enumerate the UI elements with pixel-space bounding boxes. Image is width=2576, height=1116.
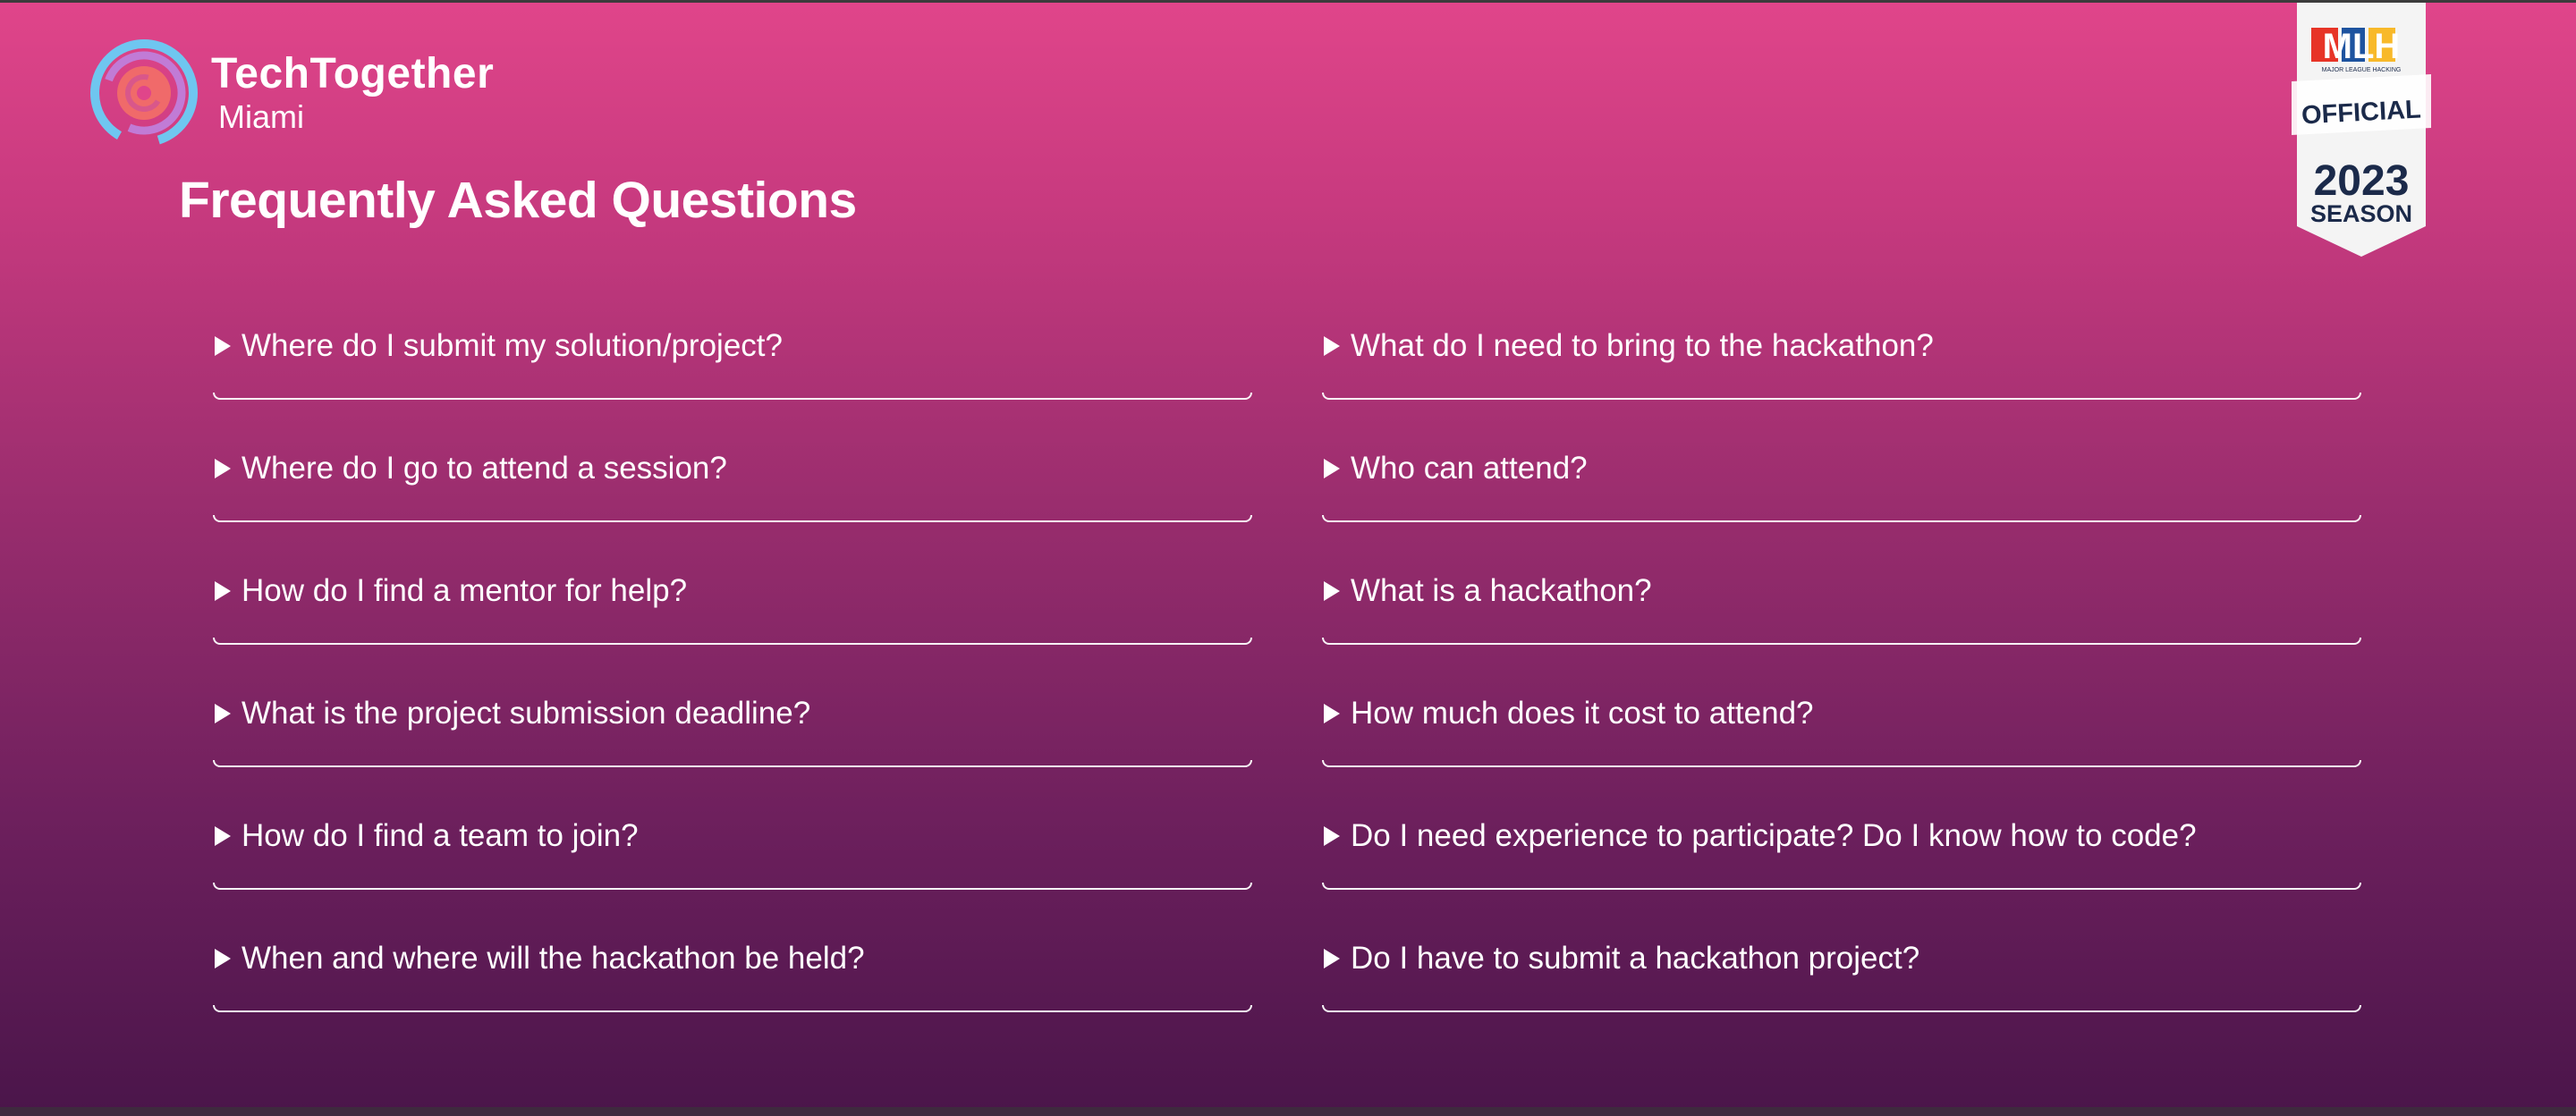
faq-question-toggle[interactable]: How do I find a team to join? xyxy=(213,788,1252,884)
brand-name: TechTogether xyxy=(211,50,495,97)
mlh-official-badge[interactable]: MLH MAJOR LEAGUE HACKING OFFICIAL 2023 S… xyxy=(2290,3,2433,262)
faq-item: How much does it cost to attend? xyxy=(1322,665,2361,788)
faq-divider xyxy=(1322,393,2361,400)
faq-column-left: Where do I submit my solution/project? W… xyxy=(213,298,1252,1033)
faq-question-toggle[interactable]: How do I find a mentor for help? xyxy=(213,543,1252,639)
faq-question-toggle[interactable]: Where do I go to attend a session? xyxy=(213,420,1252,517)
faq-question-text: When and where will the hackathon be hel… xyxy=(242,941,865,976)
faq-item: What is the project submission deadline? xyxy=(213,665,1252,788)
logo-text: TechTogether Miami xyxy=(211,53,494,133)
faq-question-text: How do I find a team to join? xyxy=(242,818,639,853)
faq-divider xyxy=(213,760,1252,767)
faq-question-toggle[interactable]: What do I need to bring to the hackathon… xyxy=(1322,298,2361,394)
faq-question-toggle[interactable]: Where do I submit my solution/project? xyxy=(213,298,1252,394)
faq-divider xyxy=(213,883,1252,890)
triangle-right-icon xyxy=(215,704,231,723)
faq-item: Where do I go to attend a session? xyxy=(213,420,1252,543)
faq-question-text: Where do I submit my solution/project? xyxy=(242,328,783,363)
triangle-right-icon xyxy=(215,581,231,601)
page-title: Frequently Asked Questions xyxy=(179,172,857,229)
triangle-right-icon xyxy=(1324,459,1340,478)
faq-question-toggle[interactable]: How much does it cost to attend? xyxy=(1322,665,2361,762)
faq-question-toggle[interactable]: Who can attend? xyxy=(1322,420,2361,517)
faq-question-toggle[interactable]: What is a hackathon? xyxy=(1322,543,2361,639)
faq-question-text: Do I need experience to participate? Do … xyxy=(1351,818,2197,853)
triangle-right-icon xyxy=(1324,826,1340,846)
faq-divider xyxy=(1322,760,2361,767)
triangle-right-icon xyxy=(1324,704,1340,723)
triangle-right-icon xyxy=(215,826,231,846)
brand-city: Miami xyxy=(218,98,304,135)
triangle-right-icon xyxy=(1324,949,1340,968)
techtogether-logo-icon xyxy=(90,39,198,147)
faq-item: Do I have to submit a hackathon project? xyxy=(1322,910,2361,1033)
faq-item: What is a hackathon? xyxy=(1322,543,2361,665)
faq-question-text: Do I have to submit a hackathon project? xyxy=(1351,941,1920,976)
faq-item: When and where will the hackathon be hel… xyxy=(213,910,1252,1033)
faq-question-text: How do I find a mentor for help? xyxy=(242,573,688,608)
faq-question-text: What is a hackathon? xyxy=(1351,573,1652,608)
faq-question-text: What do I need to bring to the hackathon… xyxy=(1351,328,1934,363)
faq-divider xyxy=(213,515,1252,522)
faq-divider xyxy=(213,638,1252,645)
faq-column-right: What do I need to bring to the hackathon… xyxy=(1322,298,2361,1033)
triangle-right-icon xyxy=(215,949,231,968)
faq-question-toggle[interactable]: When and where will the hackathon be hel… xyxy=(213,910,1252,1007)
faq-question-text: What is the project submission deadline? xyxy=(242,696,811,731)
badge-season: SEASON xyxy=(2310,200,2412,227)
faq-divider xyxy=(213,1005,1252,1012)
faq-question-toggle[interactable]: Do I have to submit a hackathon project? xyxy=(1322,910,2361,1007)
mlh-logo-text: MLH xyxy=(2323,27,2401,66)
triangle-right-icon xyxy=(1324,581,1340,601)
bottom-edge xyxy=(0,1107,2576,1116)
faq-question-toggle[interactable]: Do I need experience to participate? Do … xyxy=(1322,788,2361,884)
triangle-right-icon xyxy=(1324,336,1340,356)
faq-page: TechTogether Miami Frequently Asked Ques… xyxy=(0,0,2576,1116)
faq-divider xyxy=(1322,1005,2361,1012)
faq-divider xyxy=(213,393,1252,400)
badge-year: 2023 xyxy=(2314,157,2410,205)
faq-question-text: How much does it cost to attend? xyxy=(1351,696,1814,731)
mlh-subtitle: MAJOR LEAGUE HACKING xyxy=(2322,67,2402,73)
faq-item: Where do I submit my solution/project? xyxy=(213,298,1252,420)
faq-item: How do I find a mentor for help? xyxy=(213,543,1252,665)
brand-logo[interactable]: TechTogether Miami xyxy=(89,38,494,148)
faq-question-text: Where do I go to attend a session? xyxy=(242,451,727,486)
triangle-right-icon xyxy=(215,459,231,478)
faq-question-toggle[interactable]: What is the project submission deadline? xyxy=(213,665,1252,762)
faq-divider xyxy=(1322,638,2361,645)
faq-item: Do I need experience to participate? Do … xyxy=(1322,788,2361,910)
faq-item: Who can attend? xyxy=(1322,420,2361,543)
faq-question-text: Who can attend? xyxy=(1351,451,1588,486)
faq-divider xyxy=(1322,883,2361,890)
mlh-logo: MLH xyxy=(2311,27,2400,66)
faq-item: What do I need to bring to the hackathon… xyxy=(1322,298,2361,420)
faq-divider xyxy=(1322,515,2361,522)
faq-item: How do I find a team to join? xyxy=(213,788,1252,910)
triangle-right-icon xyxy=(215,336,231,356)
